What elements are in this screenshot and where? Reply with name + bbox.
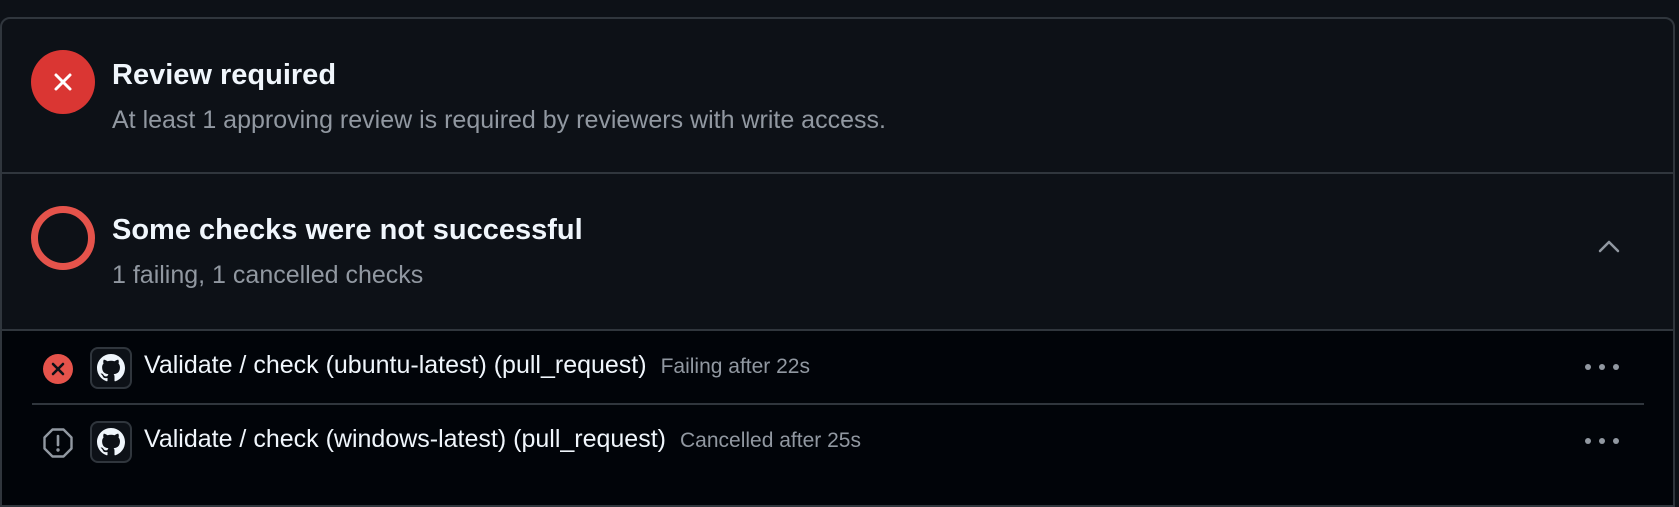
check-name-label[interactable]: Validate / check (windows-latest) (pull_… bbox=[144, 425, 666, 453]
check-row[interactable]: Validate / check (ubuntu-latest) (pull_r… bbox=[32, 331, 1644, 405]
x-circle-fill-icon bbox=[31, 50, 95, 114]
check-more-options-button[interactable] bbox=[1580, 349, 1624, 385]
checks-summary-description: 1 failing, 1 cancelled checks bbox=[112, 261, 424, 289]
chevron-up-icon bbox=[1598, 240, 1620, 253]
review-required-section: Review required At least 1 approving rev… bbox=[2, 19, 1673, 174]
check-status-text: Failing after 22s bbox=[660, 355, 810, 378]
github-icon bbox=[90, 347, 132, 389]
checks-summary-section[interactable]: Some checks were not successful 1 failin… bbox=[2, 174, 1673, 331]
kebab-horizontal-icon bbox=[1585, 364, 1619, 370]
check-status-text: Cancelled after 25s bbox=[680, 429, 861, 452]
ring-icon bbox=[31, 206, 95, 270]
check-name[interactable]: Validate / check (ubuntu-latest) (pull_r… bbox=[144, 351, 810, 380]
merge-status-panel: Review required At least 1 approving rev… bbox=[0, 17, 1675, 507]
check-name[interactable]: Validate / check (windows-latest) (pull_… bbox=[144, 425, 861, 454]
check-name-label[interactable]: Validate / check (ubuntu-latest) (pull_r… bbox=[144, 351, 647, 379]
review-required-description: At least 1 approving review is required … bbox=[112, 106, 886, 134]
x-circle-fill-icon bbox=[42, 353, 74, 385]
collapse-checks-button[interactable] bbox=[1589, 226, 1629, 266]
check-more-options-button[interactable] bbox=[1580, 423, 1624, 459]
kebab-horizontal-icon bbox=[1585, 438, 1619, 444]
stop-icon bbox=[42, 427, 74, 459]
review-required-title: Review required bbox=[112, 59, 337, 91]
checks-summary-title: Some checks were not successful bbox=[112, 214, 583, 246]
check-row[interactable]: Validate / check (windows-latest) (pull_… bbox=[32, 405, 1644, 479]
github-icon bbox=[90, 421, 132, 463]
checks-list: Validate / check (ubuntu-latest) (pull_r… bbox=[2, 331, 1673, 505]
